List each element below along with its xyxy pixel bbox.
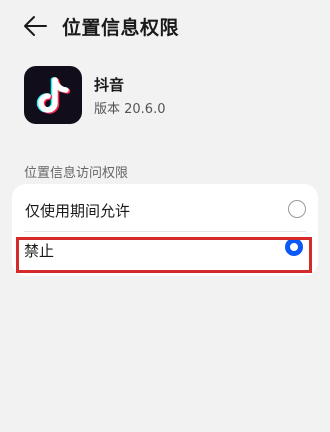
option-label: 禁止	[24, 242, 55, 260]
option-label: 仅使用期间允许	[25, 202, 131, 220]
page-title: 位置信息权限	[62, 17, 180, 39]
back-button[interactable]	[22, 14, 48, 38]
option-allow-while-using[interactable]: 仅使用期间允许	[12, 188, 318, 232]
app-info: 抖音 版本 20.6.0	[24, 66, 324, 130]
header-bar: 位置信息权限	[0, 0, 330, 52]
radio-unselected[interactable]	[288, 200, 306, 218]
app-version: 版本 20.6.0	[94, 102, 166, 117]
permission-options-card: 仅使用期间允许 禁止	[12, 184, 318, 276]
radio-selected[interactable]	[285, 238, 303, 256]
section-label: 位置信息访问权限	[24, 166, 129, 181]
option-deny[interactable]: 禁止	[12, 232, 318, 276]
arrow-left-icon	[24, 16, 47, 36]
tiktok-logo-icon	[24, 66, 82, 124]
app-name: 抖音	[94, 76, 125, 94]
